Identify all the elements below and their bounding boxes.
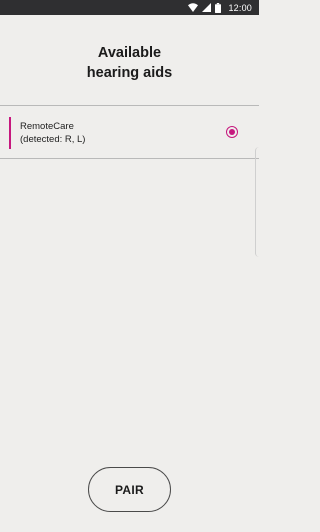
device-name: RemoteCare	[20, 121, 74, 132]
device-list: RemoteCare (detected: R, L)	[0, 105, 259, 159]
status-bar: 12:00	[0, 0, 259, 15]
selection-accent-bar	[9, 117, 11, 149]
battery-icon	[215, 2, 222, 13]
status-time: 12:00	[228, 2, 252, 13]
page-title-line-1: Available	[97, 45, 162, 61]
device-radio-button[interactable]	[226, 126, 238, 138]
page-title-line-2: hearing aids	[86, 65, 173, 81]
page-title: Available hearing aids	[0, 43, 259, 83]
wifi-icon	[188, 3, 199, 12]
cell-signal-icon	[202, 3, 212, 12]
device-info: RemoteCare (detected: R, L)	[20, 120, 85, 146]
pair-button[interactable]: PAIR	[88, 467, 171, 512]
radio-selected-dot	[229, 129, 235, 135]
device-item-remotecare[interactable]: RemoteCare (detected: R, L)	[0, 106, 259, 158]
device-detail: (detected: R, L)	[20, 134, 86, 145]
scrollbar-edge	[255, 147, 259, 257]
